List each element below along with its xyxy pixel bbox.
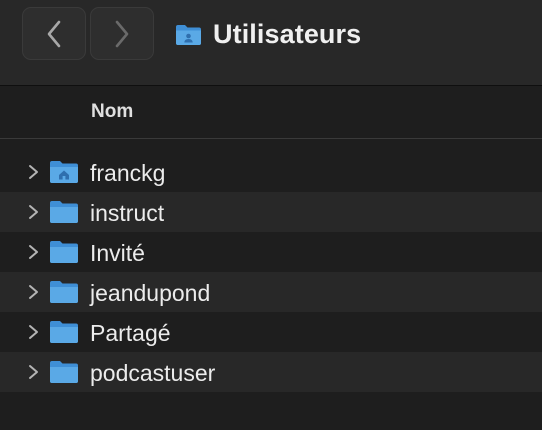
disclosure-triangle-icon[interactable] (26, 244, 40, 260)
disclosure-triangle-icon[interactable] (26, 364, 40, 380)
list-item-label: Partagé (90, 320, 171, 346)
list-item[interactable]: Partagé (0, 312, 542, 352)
page-title: Utilisateurs (213, 18, 362, 49)
home-folder-icon (50, 161, 78, 183)
back-button[interactable] (22, 7, 86, 60)
list-item-label: instruct (90, 200, 165, 226)
list-item-label: jeandupond (90, 280, 211, 306)
disclosure-triangle-icon[interactable] (26, 164, 40, 180)
list-item-label: podcastuser (90, 360, 216, 386)
column-header: Nom (0, 87, 542, 139)
list-item[interactable]: podcastuser (0, 352, 542, 392)
column-header-name[interactable]: Nom (91, 101, 133, 123)
folder-icon (50, 321, 78, 343)
file-list: franckg instruct Invité jeandupond Parta… (0, 152, 542, 392)
chevron-right-icon (115, 20, 129, 47)
window-title: Utilisateurs (175, 17, 361, 51)
forward-button[interactable] (90, 7, 154, 60)
folder-icon (50, 281, 78, 303)
disclosure-triangle-icon[interactable] (26, 284, 40, 300)
folder-icon (50, 361, 78, 383)
list-item[interactable]: instruct (0, 192, 542, 232)
list-item-label: franckg (90, 160, 166, 186)
folder-icon (50, 241, 78, 263)
disclosure-triangle-icon[interactable] (26, 324, 40, 340)
disclosure-triangle-icon[interactable] (26, 204, 40, 220)
folder-icon (50, 201, 78, 223)
list-item-label: Invité (90, 240, 145, 266)
chevron-left-icon (47, 20, 61, 47)
toolbar: Utilisateurs (0, 0, 542, 86)
list-item[interactable]: franckg (0, 152, 542, 192)
users-folder-icon (176, 24, 201, 45)
list-item[interactable]: jeandupond (0, 272, 542, 312)
finder-window: Utilisateurs Nom franckg instruct Invité… (0, 0, 542, 430)
list-item[interactable]: Invité (0, 232, 542, 272)
